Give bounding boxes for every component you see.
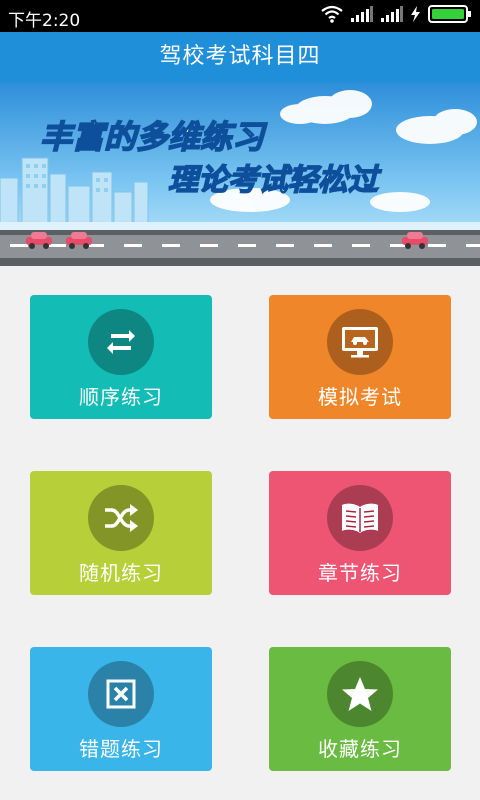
- tile-label: 收藏练习: [318, 737, 402, 761]
- tile-label: 模拟考试: [318, 385, 402, 409]
- tile-label: 章节练习: [318, 561, 402, 585]
- exam-monitor-icon: [327, 309, 393, 375]
- tile-label: 顺序练习: [79, 385, 163, 409]
- favorites-practice-button[interactable]: 收藏练习: [269, 647, 451, 771]
- shuffle-icon: [88, 485, 154, 551]
- mock-exam-button[interactable]: 模拟考试: [269, 295, 451, 419]
- wrong-questions-button[interactable]: 错题练习: [30, 647, 212, 771]
- app-title-bar: 驾校考试科目四: [0, 32, 480, 82]
- sequence-practice-button[interactable]: 顺序练习: [30, 295, 212, 419]
- battery-icon: [428, 4, 472, 28]
- wifi-icon: [321, 5, 343, 27]
- wrong-box-icon: [88, 661, 154, 727]
- page-title: 驾校考试科目四: [159, 44, 321, 69]
- status-time: 下午2:20: [8, 11, 81, 31]
- signal-icon-2: [381, 6, 403, 26]
- sequence-icon: [88, 309, 154, 375]
- charging-icon: [411, 6, 420, 26]
- star-icon: [327, 661, 393, 727]
- book-icon: [327, 485, 393, 551]
- status-icons: [321, 4, 472, 28]
- banner-slogan-line1: 丰富的多维练习: [40, 118, 268, 156]
- tile-label: 随机练习: [79, 561, 163, 585]
- practice-menu-grid: 顺序练习 模拟考试 随机练习 章节练习 错题练习 收藏练习: [0, 266, 480, 800]
- banner-slogan-line2: 理论考试轻松过: [168, 163, 382, 198]
- random-practice-button[interactable]: 随机练习: [30, 471, 212, 595]
- status-bar: 下午2:20: [0, 0, 480, 32]
- promo-banner: 丰富的多维练习 理论考试轻松过: [0, 82, 480, 266]
- tile-label: 错题练习: [79, 737, 163, 761]
- chapter-practice-button[interactable]: 章节练习: [269, 471, 451, 595]
- signal-icon: [351, 6, 373, 26]
